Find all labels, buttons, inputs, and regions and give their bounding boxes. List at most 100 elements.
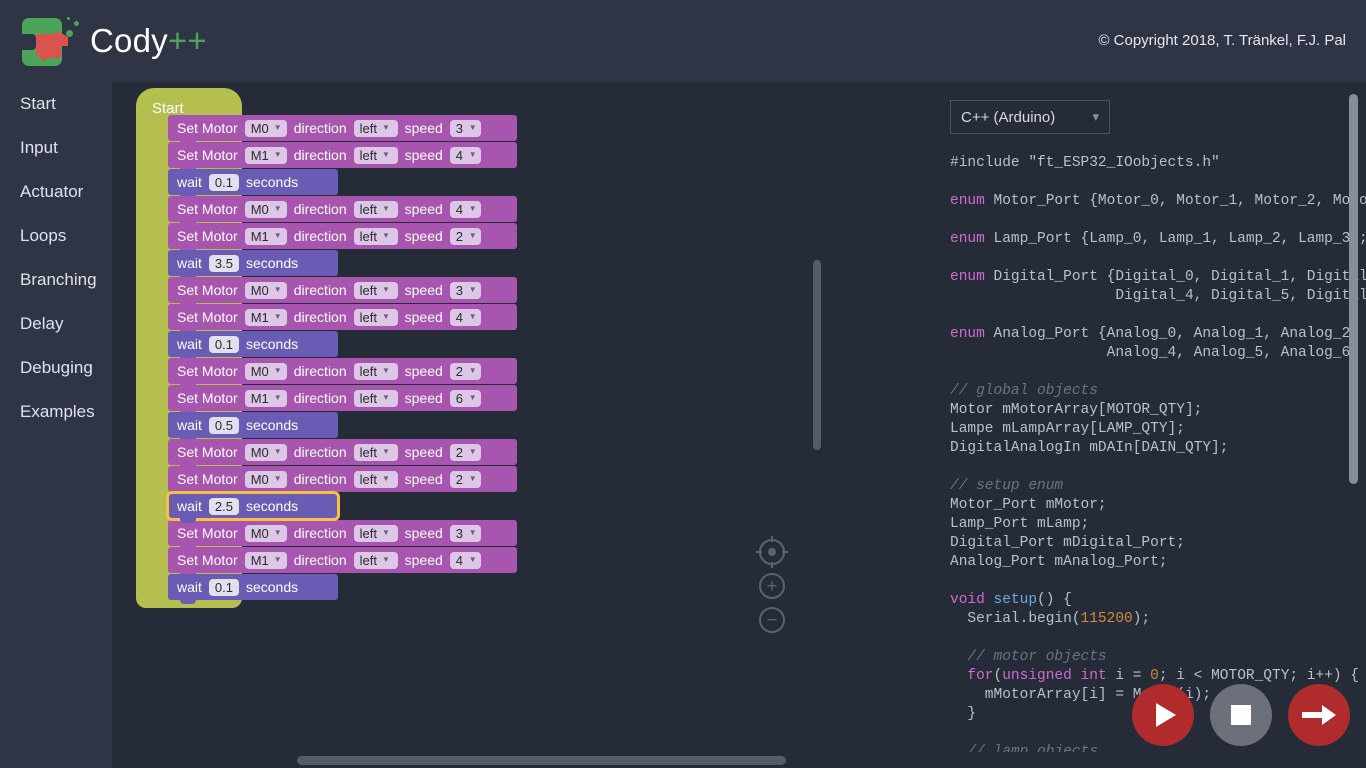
motor-port-dropdown[interactable]: M0 ▼ [244,119,287,137]
direction-dropdown[interactable]: left ▼ [353,146,398,164]
direction-dropdown[interactable]: left ▼ [353,551,398,569]
wait-seconds-input[interactable]: 2.5 [208,497,239,515]
sidebar-item-loops[interactable]: Loops [0,214,112,258]
zoom-in-icon[interactable]: + [757,571,787,601]
sidebar-item-examples[interactable]: Examples [0,390,112,434]
direction-dropdown[interactable]: left ▼ [353,362,398,380]
speed-dropdown[interactable]: 4 ▼ [449,308,481,326]
motor-port-dropdown[interactable]: M1 ▼ [244,227,287,245]
direction-dropdown[interactable]: left ▼ [353,308,398,326]
motor-port-dropdown[interactable]: M0 ▼ [244,362,287,380]
speed-dropdown[interactable]: 6 ▼ [449,389,481,407]
speed-dropdown[interactable]: 3 ▼ [449,119,481,137]
direction-dropdown-value: left [359,147,377,163]
sidebar-item-input[interactable]: Input [0,126,112,170]
speed-dropdown[interactable]: 2 ▼ [449,443,481,461]
motor-port-dropdown[interactable]: M0 ▼ [244,470,287,488]
motor-port-dropdown-value: M0 [250,363,269,379]
stop-button[interactable] [1210,684,1272,746]
direction-dropdown[interactable]: left ▼ [353,119,398,137]
language-select-value: C++ (Arduino) [961,108,1056,126]
center-target-icon[interactable] [756,536,788,568]
set-motor-block[interactable]: Set Motor M1 ▼ direction left ▼ speed 4 ▼ [168,142,517,172]
motor-port-dropdown[interactable]: M0 ▼ [244,200,287,218]
motor-port-dropdown[interactable]: M1 ▼ [244,551,287,569]
direction-dropdown[interactable]: left ▼ [353,389,398,407]
motor-port-dropdown[interactable]: M1 ▼ [244,146,287,164]
direction-dropdown[interactable]: left ▼ [353,524,398,542]
speed-dropdown[interactable]: 3 ▼ [449,524,481,542]
wait-block[interactable]: wait 0.5 seconds [168,412,338,442]
sidebar-item-debuging[interactable]: Debuging [0,346,112,390]
set-motor-block[interactable]: Set Motor M1 ▼ direction left ▼ speed 2 ▼ [168,223,517,253]
chevron-down-icon: ▼ [381,474,390,483]
speed-dropdown[interactable]: 4 ▼ [449,200,481,218]
wait-seconds-input[interactable]: 3.5 [208,254,239,272]
code-vertical-scrollbar[interactable] [1349,94,1358,484]
wait-unit-label: seconds [245,336,299,352]
chevron-down-icon: ▼ [468,231,477,240]
language-select[interactable]: C++ (Arduino) ▾ [950,100,1110,134]
direction-dropdown-value: left [359,444,377,460]
wait-block[interactable]: wait 0.1 seconds [168,169,338,199]
canvas-horizontal-scrollbar-thumb[interactable] [297,756,786,765]
set-motor-label: Set Motor [177,228,238,244]
chevron-down-icon: ▼ [468,366,477,375]
speed-dropdown[interactable]: 3 ▼ [449,281,481,299]
direction-dropdown[interactable]: left ▼ [353,470,398,488]
chevron-down-icon: ▼ [273,204,282,213]
set-motor-block[interactable]: Set Motor M0 ▼ direction left ▼ speed 3 ▼ [168,115,517,145]
speed-label: speed [404,147,443,163]
direction-dropdown[interactable]: left ▼ [353,227,398,245]
wait-block[interactable]: wait 0.1 seconds [168,574,338,604]
motor-port-dropdown[interactable]: M1 ▼ [244,389,287,407]
sidebar-item-delay[interactable]: Delay [0,302,112,346]
speed-dropdown[interactable]: 4 ▼ [449,551,481,569]
wait-label: wait [177,336,202,352]
canvas-vertical-scrollbar[interactable] [813,260,821,450]
step-button[interactable] [1288,684,1350,746]
wait-seconds-input[interactable]: 0.5 [208,416,239,434]
set-motor-block[interactable]: Set Motor M1 ▼ direction left ▼ speed 4 ▼ [168,547,517,577]
wait-block[interactable]: wait 2.5 seconds [166,491,340,523]
set-motor-block[interactable]: Set Motor M0 ▼ direction left ▼ speed 3 ▼ [168,520,517,550]
wait-block[interactable]: wait 0.1 seconds [168,331,338,361]
direction-dropdown[interactable]: left ▼ [353,200,398,218]
direction-dropdown-value: left [359,228,377,244]
wait-seconds-input[interactable]: 0.1 [208,578,239,596]
set-motor-block[interactable]: Set Motor M1 ▼ direction left ▼ speed 4 ▼ [168,304,517,334]
wait-seconds-input[interactable]: 0.1 [208,335,239,353]
speed-dropdown[interactable]: 2 ▼ [449,362,481,380]
motor-port-dropdown[interactable]: M0 ▼ [244,281,287,299]
direction-dropdown[interactable]: left ▼ [353,443,398,461]
zoom-out-icon[interactable]: − [757,605,787,635]
direction-label: direction [293,525,347,541]
speed-dropdown[interactable]: 4 ▼ [449,146,481,164]
speed-dropdown[interactable]: 2 ▼ [449,470,481,488]
run-button[interactable] [1132,684,1194,746]
sidebar-item-label: Examples [20,402,95,421]
sidebar: Start Input Actuator Loops Branching Delay Deb… [0,82,112,768]
set-motor-block[interactable]: Set Motor M0 ▼ direction left ▼ speed 2 ▼ [168,439,517,469]
sidebar-item-start[interactable]: Start [0,82,112,126]
direction-dropdown[interactable]: left ▼ [353,281,398,299]
app-header: Cody++ © Copyright 2018, T. Tränkel, F.J… [0,0,1366,82]
set-motor-block[interactable]: Set Motor M0 ▼ direction left ▼ speed 2 ▼ [168,466,517,496]
wait-unit-label: seconds [245,579,299,595]
motor-port-dropdown[interactable]: M1 ▼ [244,308,287,326]
block-canvas[interactable]: Start Set Motor M0 ▼ direction left ▼ speed 3 ▼ S… [112,82,822,768]
motor-port-dropdown[interactable]: M0 ▼ [244,524,287,542]
set-motor-block[interactable]: Set Motor M0 ▼ direction left ▼ speed 3 ▼ [168,277,517,307]
motor-port-dropdown-value: M1 [250,309,269,325]
logo-notch-shape [22,34,36,50]
chevron-down-icon: ▼ [273,393,282,402]
set-motor-block[interactable]: Set Motor M1 ▼ direction left ▼ speed 6 ▼ [168,385,517,415]
speed-dropdown[interactable]: 2 ▼ [449,227,481,245]
wait-block[interactable]: wait 3.5 seconds [168,250,338,280]
set-motor-block[interactable]: Set Motor M0 ▼ direction left ▼ speed 4 ▼ [168,196,517,226]
set-motor-block[interactable]: Set Motor M0 ▼ direction left ▼ speed 2 ▼ [168,358,517,388]
sidebar-item-actuator[interactable]: Actuator [0,170,112,214]
motor-port-dropdown[interactable]: M0 ▼ [244,443,287,461]
wait-seconds-input[interactable]: 0.1 [208,173,239,191]
sidebar-item-branching[interactable]: Branching [0,258,112,302]
